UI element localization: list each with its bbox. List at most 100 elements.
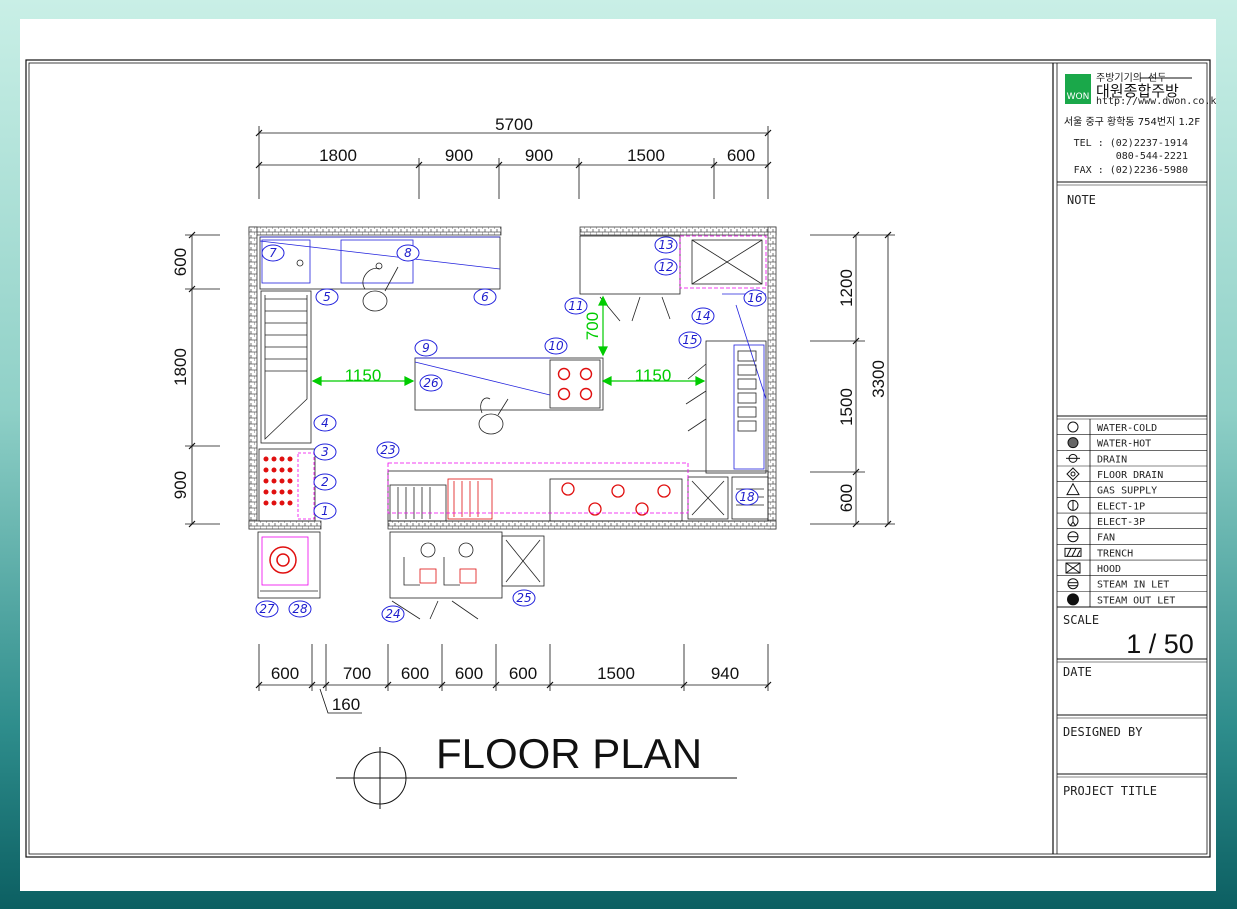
equipment-bubble: 25 [512,589,536,607]
equipment-bubble: 7 [261,244,285,262]
aisle-vertical-dimension: 700 [583,312,602,340]
equipment-number: 12 [658,260,673,274]
dim-bottom-4: 600 [455,664,483,683]
equipment-number: 5 [323,290,331,304]
drawing-sheet: WON 주방기기의 선두 대원종합주방 http://www.dwon.co.k… [20,19,1216,891]
equipment-number: 6 [481,290,489,304]
legend-label: ELECT-1P [1097,501,1145,512]
hood-icon [1065,562,1081,574]
equipment-number: 7 [269,246,277,260]
company-fax: FAX : (02)2236-5980 [1074,165,1188,176]
water-cold-icon [1067,421,1079,433]
dim-bottom-3: 600 [401,664,429,683]
dim-left-2: 1800 [171,348,190,386]
aisle-left-dimension: 1150 [345,366,382,385]
legend-row: ELECT-3P [1057,512,1207,528]
legend-row: FLOOR DRAIN [1057,465,1207,481]
equipment-bubble: 4 [313,414,337,432]
equipment-bubble: 26 [419,374,443,392]
equipment-bubble: 15 [678,331,702,349]
legend-row: WATER-HOT [1057,434,1207,450]
equipment-bubble: 10 [544,337,568,355]
equipment-bubble: 11 [564,297,588,315]
date-label: DATE [1063,665,1092,679]
equipment-bubble: 16 [743,289,767,307]
dim-left-1: 600 [171,248,190,276]
equipment-bubble: 1 [313,502,337,520]
project-title-label: PROJECT TITLE [1063,784,1157,798]
equipment-number: 18 [739,490,755,504]
dim-left-3: 900 [171,471,190,499]
logo-mark: WON [1067,92,1090,102]
note-label: NOTE [1067,193,1096,207]
equipment-bubble: 27 [255,600,279,618]
dim-bottom-2: 700 [343,664,371,683]
legend-label: HOOD [1097,564,1121,575]
equipment-number: 14 [695,309,710,323]
dim-top-5: 600 [727,146,755,165]
floor-drain-icon [1066,467,1080,481]
equipment-number: 3 [321,445,329,459]
company-address: 서울 중구 황학동 754번지 1.2F [1064,116,1201,128]
dim-right-1: 1200 [837,269,856,307]
equipment-number: 13 [658,238,673,252]
equipment-number: 26 [423,376,439,390]
equipment-bubble: 13 [654,236,678,254]
floor-plan-drawing: WON 주방기기의 선두 대원종합주방 http://www.dwon.co.k… [25,59,1216,858]
title-block: WON 주방기기의 선두 대원종합주방 http://www.dwon.co.k… [1057,72,1216,798]
dim-bottom-7: 940 [711,664,739,683]
dim-top-4: 1500 [627,146,665,165]
equipment-bubble: 8 [396,244,420,262]
dim-bottom-extra: 160 [332,695,360,714]
dim-right-total: 3300 [869,360,888,398]
steam-out-let-icon [1067,593,1079,606]
equipment-bubble: 2 [313,473,337,491]
equipment-number: 23 [380,443,395,457]
dim-right-3: 600 [837,484,856,512]
dim-top-3: 900 [525,146,553,165]
water-hot-icon [1067,437,1079,449]
steam-in-let-icon [1067,578,1079,590]
fan-icon [1067,531,1079,543]
legend-label: WATER-COLD [1097,423,1157,434]
equipment-number: 16 [747,291,763,305]
gas-supply-icon [1066,482,1080,496]
equipment-number: 10 [548,339,564,353]
trench-icon [1064,547,1082,557]
designed-by-label: DESIGNED BY [1063,725,1143,739]
legend-label: TRENCH [1097,548,1133,559]
equipment-bubble: 24 [381,605,405,623]
legend-label: WATER-HOT [1097,439,1151,450]
equipment-number: 15 [682,333,697,347]
legend-label: FLOOR DRAIN [1097,470,1163,481]
equipment-bubble: 28 [288,600,312,618]
equipment-number: 25 [516,591,531,605]
equipment-number-bubbles: 12345 67 89 10111213141516182324252627 28 [255,236,767,623]
dim-right-2: 1500 [837,388,856,426]
elect-3p-icon [1067,515,1079,527]
dim-top-2: 900 [445,146,473,165]
equipment-number: 9 [422,341,430,355]
equipment-number: 27 [259,602,275,616]
legend-row: GAS SUPPLY [1057,481,1207,497]
legend-label: DRAIN [1097,454,1127,465]
company-tel-1: TEL : (02)2237-1914 [1074,138,1188,149]
equipment-bubble: 14 [691,307,715,325]
dim-bottom-1: 600 [271,664,299,683]
equipment-number: 28 [292,602,308,616]
legend-row: HOOD [1057,559,1207,575]
legend-row: FAN [1057,528,1207,544]
equipment-bubble: 5 [315,288,339,306]
legend-row: STEAM OUT LET [1057,591,1207,606]
legend-row: STEAM IN LET [1057,575,1207,591]
plan-title: FLOOR PLAN [436,730,702,777]
equipment-number: 24 [385,607,400,621]
legend-row: TRENCH [1057,544,1207,559]
legend-label: ELECT-3P [1097,517,1145,528]
elect-1p-icon [1067,499,1079,511]
legend-label: STEAM OUT LET [1097,595,1175,606]
equipment-number: 1 [321,504,329,518]
dim-bottom-5: 600 [509,664,537,683]
legend-row: WATER-COLD [1067,421,1157,434]
equipment-bubble: 9 [414,339,438,357]
